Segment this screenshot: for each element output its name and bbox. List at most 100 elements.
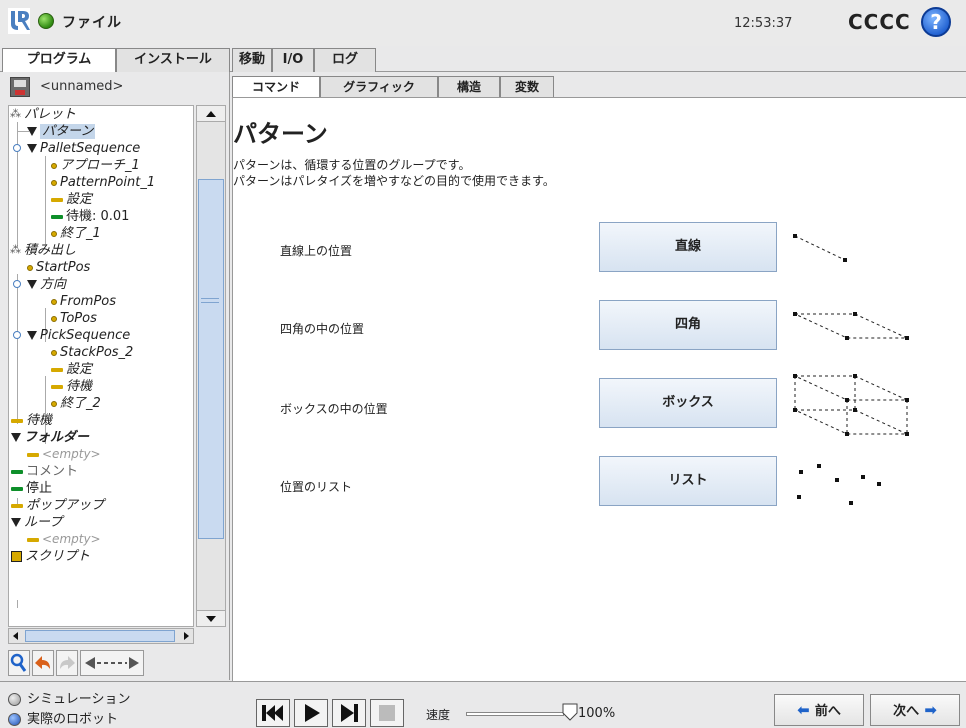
tree-node-loop[interactable]: ループ xyxy=(11,514,62,531)
save-icon[interactable] xyxy=(10,77,30,97)
scroll-down-icon[interactable] xyxy=(197,610,225,626)
line-pattern-icon xyxy=(793,234,847,262)
command-panel: パターン パターンは、循環する位置のグループです。 パターンはパレタイズを増やす… xyxy=(232,97,966,681)
tree-node-exit[interactable]: 終了_1 xyxy=(51,225,101,242)
move-node-button[interactable] xyxy=(80,650,144,676)
tab-program[interactable]: プログラム xyxy=(2,48,116,73)
redo-button[interactable] xyxy=(56,650,78,676)
program-header: <unnamed> xyxy=(0,72,230,102)
scroll-thumb[interactable] xyxy=(198,179,224,539)
box-label: ボックスの中の位置 xyxy=(280,402,388,416)
line-button[interactable]: 直線 xyxy=(599,222,777,272)
tree-node-pattern-point[interactable]: PatternPoint_1 xyxy=(51,174,155,191)
program-name: <unnamed> xyxy=(40,79,124,94)
square-label: 四角の中の位置 xyxy=(280,322,365,336)
speed-slider-handle[interactable] xyxy=(562,703,578,721)
tree-node-from-pos[interactable]: FromPos xyxy=(51,293,116,310)
previous-button[interactable]: ⬅ 前へ xyxy=(774,694,864,726)
search-icon xyxy=(10,653,27,672)
play-icon xyxy=(305,704,320,722)
tab-installation[interactable]: インストール xyxy=(116,48,230,72)
tree-node-pallet[interactable]: パレット xyxy=(10,106,76,123)
collapse-toggle-icon[interactable] xyxy=(13,144,21,152)
real-robot-mode-option[interactable]: 実際のロボット xyxy=(8,708,118,727)
tree-toolbar xyxy=(8,650,198,678)
tree-node-stack-pos[interactable]: StackPos_2 xyxy=(51,344,133,361)
help-button[interactable]: ? xyxy=(921,7,951,37)
search-button[interactable] xyxy=(8,650,30,676)
undo-button[interactable] xyxy=(32,650,54,676)
speed-label: 速度 xyxy=(426,708,451,722)
tab-command[interactable]: コマンド xyxy=(232,76,320,99)
tree-node-wait[interactable]: 待機: 0.01 xyxy=(51,208,129,225)
tree-node-halt[interactable]: 停止 xyxy=(11,480,52,497)
radio-icon xyxy=(8,693,21,706)
tree-node-pattern[interactable]: パターン xyxy=(27,123,96,140)
tab-variables[interactable]: 変数 xyxy=(500,76,554,98)
speed-value: 100% xyxy=(578,706,616,721)
tree-node-popup[interactable]: ポップアップ xyxy=(11,497,104,514)
speed-slider[interactable] xyxy=(466,712,564,716)
square-pattern-icon xyxy=(793,312,909,340)
next-label: 次へ xyxy=(893,704,920,719)
tree-node-approach[interactable]: アプローチ_1 xyxy=(51,157,140,174)
tree-node-empty[interactable]: <empty> xyxy=(27,446,101,463)
skip-back-icon xyxy=(262,705,283,721)
tree-node-to-pos[interactable]: ToPos xyxy=(51,310,97,327)
scroll-up-icon[interactable] xyxy=(197,106,225,122)
real-robot-label: 実際のロボット xyxy=(27,712,119,727)
tree-node-empty-2[interactable]: <empty> xyxy=(27,531,101,548)
page-title: パターン xyxy=(233,120,328,148)
box-pattern-icon xyxy=(793,374,909,436)
step-button[interactable] xyxy=(332,699,366,727)
line-label: 直線上の位置 xyxy=(280,244,353,258)
tree-node-start-pos[interactable]: StartPos xyxy=(27,259,90,276)
box-button[interactable]: ボックス xyxy=(599,378,777,428)
sub-tabs: コマンド グラフィック 構造 変数 xyxy=(232,76,966,99)
program-tree-panel: <unnamed> パレット パターン PalletSequence アプローチ… xyxy=(0,72,230,680)
ur-logo xyxy=(8,8,30,34)
tab-io[interactable]: I/O xyxy=(272,48,314,72)
tree-node-script[interactable]: スクリプト xyxy=(11,548,90,565)
tree-node-wait-3[interactable]: 待機 xyxy=(11,412,52,429)
tab-structure[interactable]: 構造 xyxy=(438,76,500,98)
tree-node-wait-2[interactable]: 待機 xyxy=(51,378,92,395)
stop-button[interactable] xyxy=(370,699,404,727)
play-button[interactable] xyxy=(294,699,328,727)
simulation-mode-option[interactable]: シミュレーション xyxy=(8,688,130,707)
next-button[interactable]: 次へ ➡ xyxy=(870,694,960,726)
clock: 12:53:37 xyxy=(734,16,793,31)
tree-node-exit-2[interactable]: 終了_2 xyxy=(51,395,101,412)
collapse-toggle-icon[interactable] xyxy=(13,331,21,339)
program-tree[interactable]: パレット パターン PalletSequence アプローチ_1 Pattern… xyxy=(8,105,194,627)
previous-label: 前へ xyxy=(814,704,841,719)
file-menu[interactable]: ファイル xyxy=(62,12,122,32)
robot-status-icon[interactable] xyxy=(38,13,54,29)
description-line-1: パターンは、循環する位置のグループです。 xyxy=(233,158,471,172)
arrow-left-icon: ⬅ xyxy=(797,701,815,719)
tree-node-direction[interactable]: 方向 xyxy=(27,276,66,293)
redo-icon xyxy=(60,656,75,669)
skip-to-start-button[interactable] xyxy=(256,699,290,727)
list-button[interactable]: リスト xyxy=(599,456,777,506)
tree-node-set[interactable]: 設定 xyxy=(51,191,92,208)
tree-node-set-2[interactable]: 設定 xyxy=(51,361,92,378)
arrow-right-icon: ➡ xyxy=(919,701,937,719)
tab-graphics[interactable]: グラフィック xyxy=(320,76,438,98)
collapse-toggle-icon[interactable] xyxy=(13,280,21,288)
list-pattern-icon xyxy=(797,464,881,505)
tree-node-pick-sequence[interactable]: PickSequence xyxy=(27,327,130,344)
square-button[interactable]: 四角 xyxy=(599,300,777,350)
top-bar: ファイル 12:53:37 CCCC ? xyxy=(0,0,966,46)
tree-node-depallet[interactable]: 積み出し xyxy=(10,241,76,259)
stop-icon xyxy=(379,705,395,721)
tree-node-comment[interactable]: コメント xyxy=(11,463,78,480)
tab-log[interactable]: ログ xyxy=(314,48,376,72)
tree-node-folder[interactable]: フォルダー xyxy=(11,429,89,446)
tab-move[interactable]: 移動 xyxy=(232,48,272,72)
tree-horizontal-scrollbar[interactable] xyxy=(8,628,194,644)
robot-name: CCCC xyxy=(848,10,911,34)
tree-node-pallet-sequence[interactable]: PalletSequence xyxy=(27,140,140,157)
scroll-thumb-horizontal[interactable] xyxy=(25,630,175,642)
tree-vertical-scrollbar[interactable] xyxy=(196,105,226,627)
